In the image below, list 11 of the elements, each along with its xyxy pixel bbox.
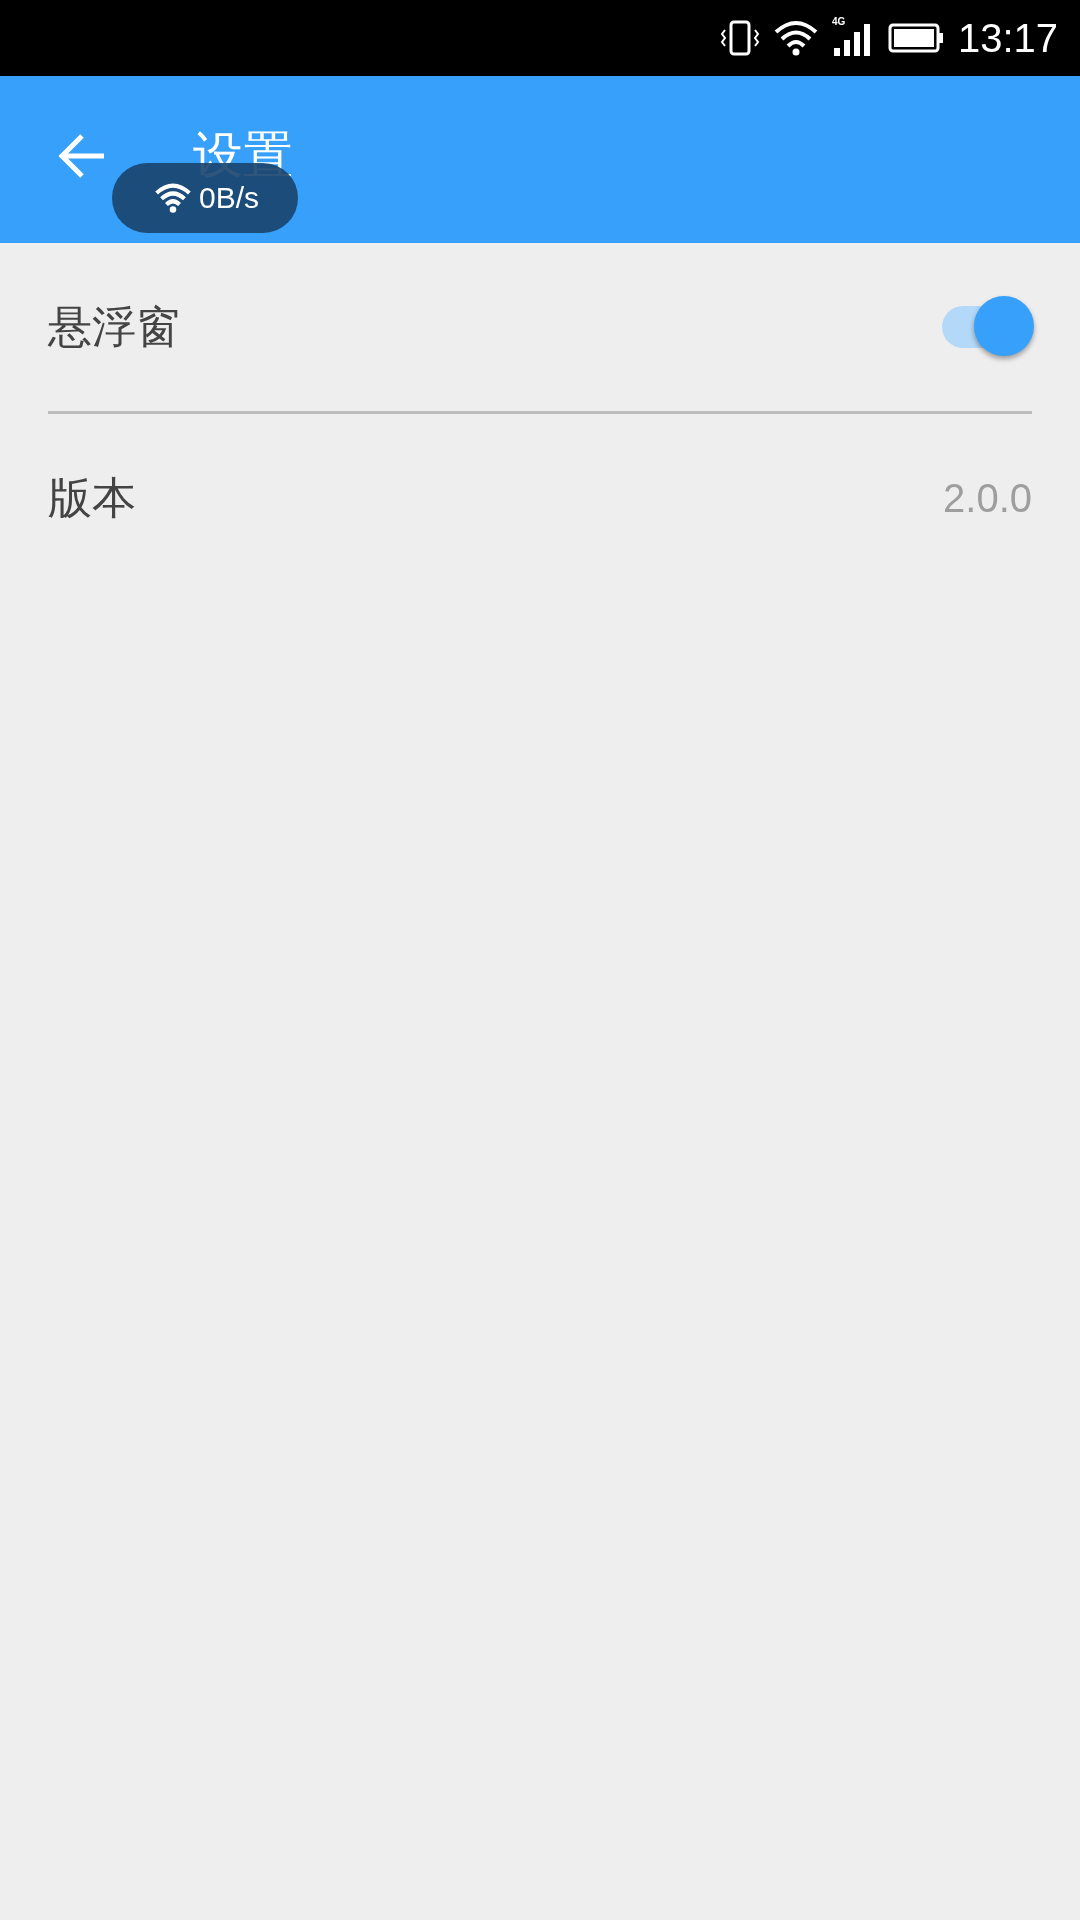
network-speed: 0B/s [199, 181, 259, 215]
setting-label: 版本 [48, 470, 136, 525]
toggle-switch[interactable] [942, 296, 1032, 358]
clock-time: 13:17 [957, 15, 1058, 61]
setting-value: 2.0.0 [943, 475, 1032, 521]
network-type: 4G [831, 16, 846, 27]
setting-label: 悬浮窗 [48, 299, 180, 354]
battery-icon [887, 23, 944, 53]
vibrate-icon [719, 18, 760, 58]
wifi-icon [773, 20, 818, 56]
wifi-icon [155, 183, 191, 213]
